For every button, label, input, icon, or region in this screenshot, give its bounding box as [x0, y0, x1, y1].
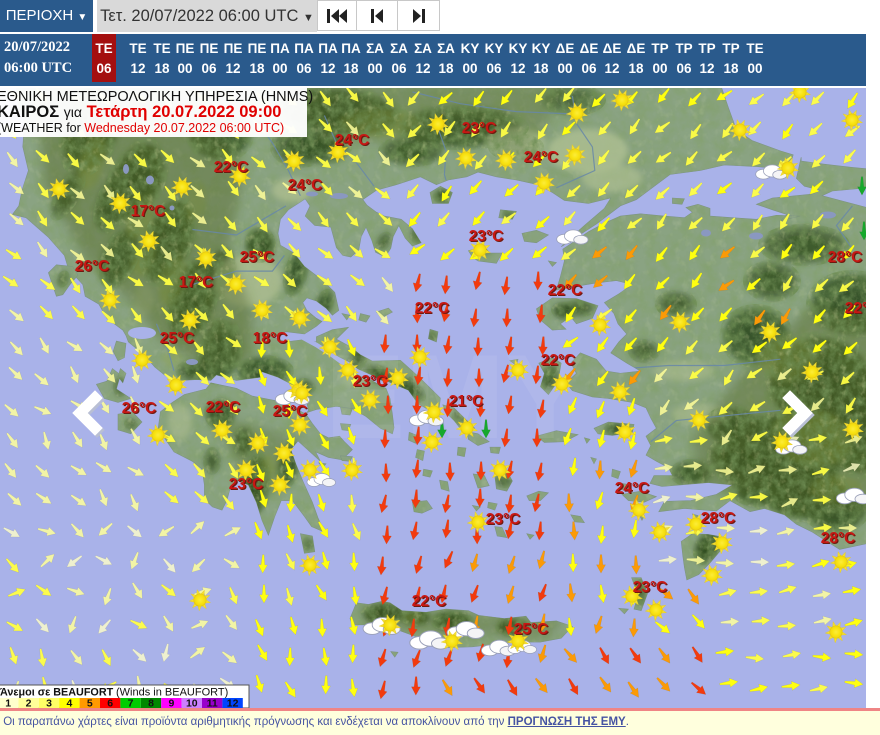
svg-text:4: 4 — [66, 698, 72, 709]
svg-text:28°C: 28°C — [701, 510, 735, 527]
svg-text:25°C: 25°C — [160, 330, 194, 347]
svg-text:ΚΑΙΡΟΣ για Τετάρτη 20.07.2022: ΚΑΙΡΟΣ για Τετάρτη 20.07.2022 09:00 — [0, 103, 281, 121]
svg-text:21°C: 21°C — [449, 393, 483, 410]
svg-text:23°C: 23°C — [462, 120, 496, 137]
svg-text:22°C: 22°C — [214, 159, 248, 176]
svg-text:23°C: 23°C — [229, 476, 263, 493]
svg-text:22°C: 22°C — [412, 593, 446, 610]
svg-text:26°C: 26°C — [122, 400, 156, 417]
svg-text:9: 9 — [168, 698, 174, 709]
svg-text:28°C: 28°C — [821, 530, 855, 547]
svg-text:22°C: 22°C — [206, 399, 240, 416]
svg-text:11: 11 — [207, 698, 218, 709]
svg-text:5: 5 — [87, 698, 93, 709]
svg-text:23°C: 23°C — [633, 579, 667, 596]
svg-text:6: 6 — [107, 698, 113, 709]
svg-text:2: 2 — [26, 698, 32, 709]
svg-text:24°C: 24°C — [615, 480, 649, 497]
svg-text:18°C: 18°C — [253, 330, 287, 347]
svg-text:24°C: 24°C — [524, 149, 558, 166]
svg-text:24°C: 24°C — [335, 132, 369, 149]
svg-text:23°C: 23°C — [353, 373, 387, 390]
svg-text:12: 12 — [227, 698, 239, 709]
svg-text:22°C: 22°C — [415, 300, 449, 317]
svg-text:8: 8 — [148, 698, 154, 709]
svg-text:23°C: 23°C — [486, 511, 520, 528]
svg-text:(WEATHER for Wednesday 20.07.2: (WEATHER for Wednesday 20.07.2022 06:00 … — [0, 121, 284, 135]
svg-text:10: 10 — [186, 698, 198, 709]
svg-text:28°C: 28°C — [828, 249, 862, 266]
svg-text:7: 7 — [128, 698, 134, 709]
svg-text:Άνεμοι σε BEAUFORT: Άνεμοι σε BEAUFORT — [0, 687, 114, 699]
svg-text:25°C: 25°C — [273, 403, 307, 420]
svg-text:26°C: 26°C — [75, 258, 109, 275]
svg-text:25°C: 25°C — [240, 249, 274, 266]
svg-text:22°C: 22°C — [548, 282, 582, 299]
svg-text:17°C: 17°C — [179, 274, 213, 291]
svg-text:3: 3 — [46, 698, 52, 709]
svg-text:22°C: 22°C — [541, 352, 575, 369]
svg-text:25°C: 25°C — [514, 621, 548, 638]
svg-text:22°C: 22°C — [845, 300, 866, 317]
svg-text:17°C: 17°C — [131, 203, 165, 220]
svg-text:23°C: 23°C — [469, 228, 503, 245]
svg-text:1: 1 — [5, 698, 11, 709]
svg-text:24°C: 24°C — [288, 177, 322, 194]
